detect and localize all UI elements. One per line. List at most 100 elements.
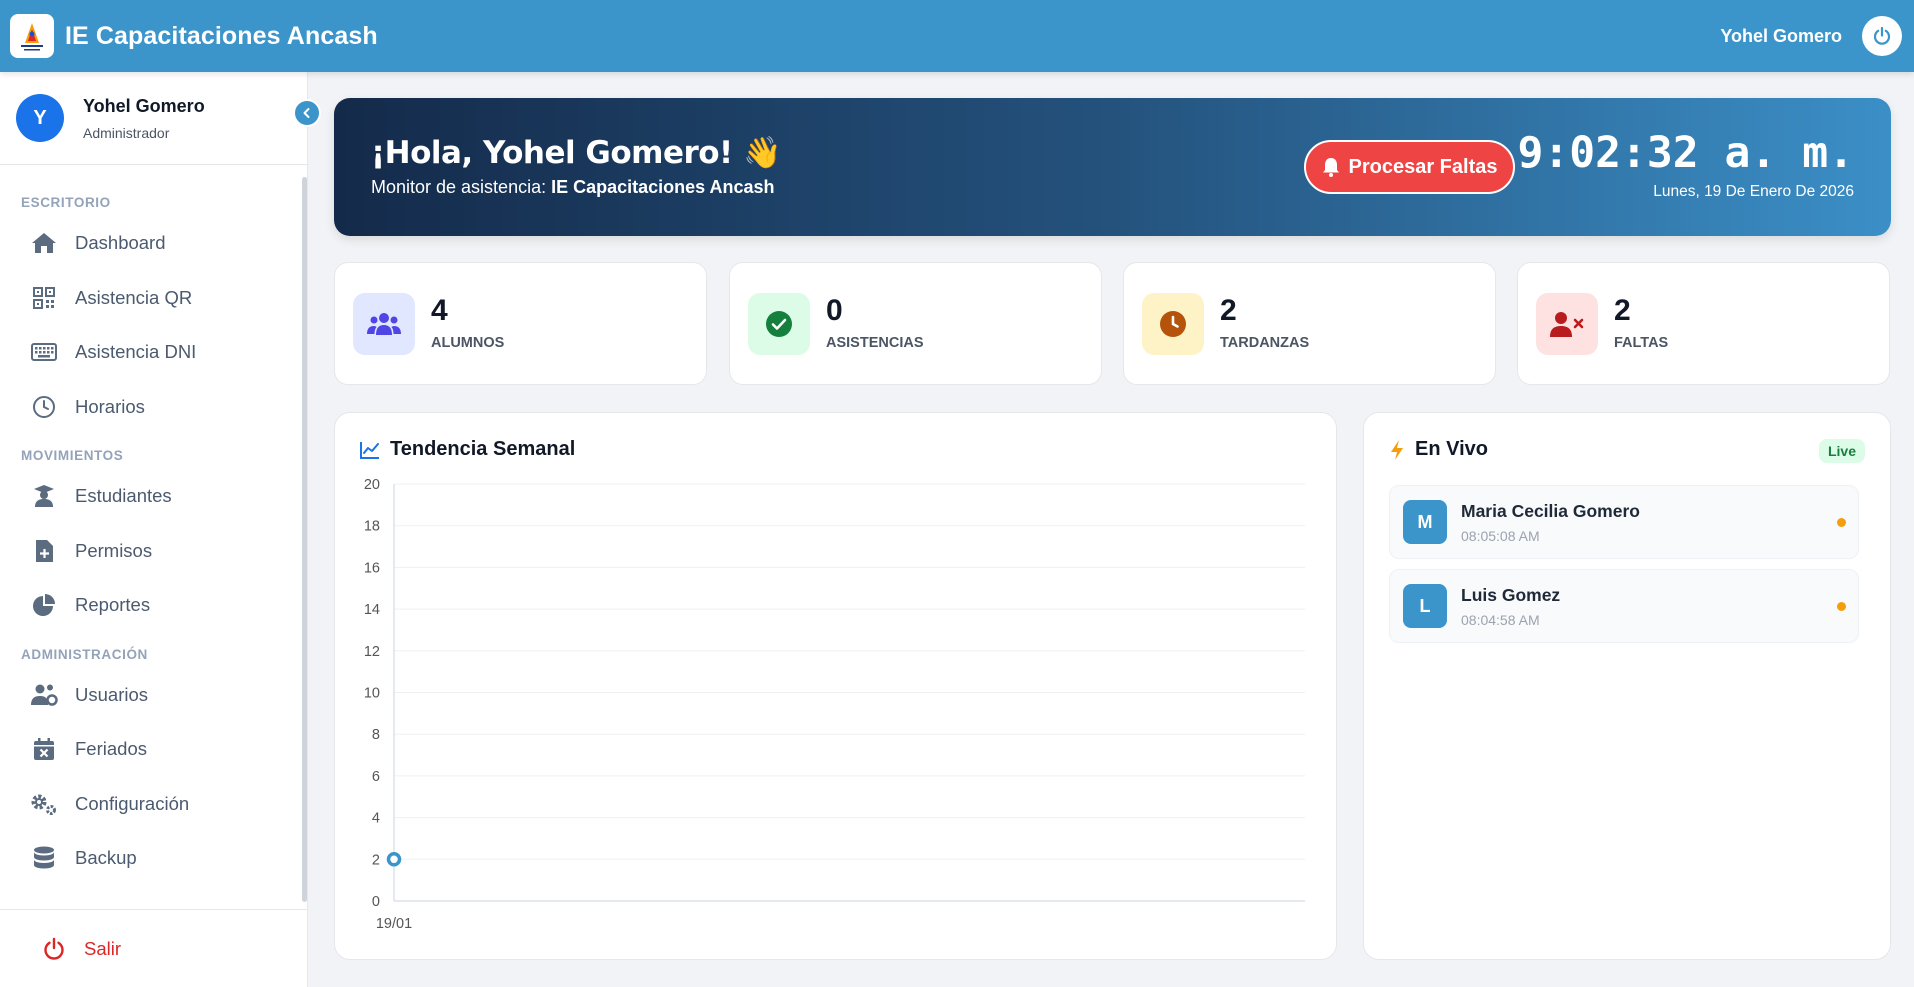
file-plus-icon: [30, 537, 58, 565]
stat-card-tardanzas: 2 TARDANZAS: [1123, 262, 1496, 385]
stat-value: 2: [1220, 294, 1237, 327]
sidebar-item-permisos[interactable]: Permisos: [0, 524, 307, 579]
keyboard-icon: [30, 338, 58, 366]
app-title: IE Capacitaciones Ancash: [65, 21, 378, 50]
profile-role: Administrador: [83, 124, 170, 141]
sidebar-item-asistencia-dni[interactable]: Asistencia DNI: [0, 325, 307, 380]
live-list-item[interactable]: L Luis Gomez 08:04:58 AM: [1389, 569, 1859, 643]
graduate-icon: [30, 482, 58, 510]
power-icon: [44, 937, 64, 960]
y-tick-label: 4: [372, 811, 380, 827]
power-icon: [1873, 26, 1891, 45]
sidebar-item-dashboard[interactable]: Dashboard: [0, 216, 307, 271]
stat-label: TARDANZAS: [1220, 335, 1310, 351]
pie-chart-icon: [30, 591, 58, 619]
live-feed-card: En Vivo Live M Maria Cecilia Gomero 08:0…: [1363, 412, 1891, 960]
subtitle-prefix: Monitor de asistencia:: [371, 177, 552, 197]
logout-button[interactable]: Salir: [0, 909, 307, 987]
subtitle-school: IE Capacitaciones Ancash: [551, 177, 775, 197]
live-item-time: 08:05:08 AM: [1461, 527, 1540, 544]
user-times-icon: [1536, 293, 1598, 355]
live-clock: 9:02:32 a. m.: [1517, 128, 1854, 178]
sidebar-item-usuarios[interactable]: Usuarios: [0, 668, 307, 723]
live-list: M Maria Cecilia Gomero 08:05:08 AM L Lui…: [1389, 485, 1859, 653]
stat-value: 2: [1614, 294, 1631, 327]
sidebar-item-configuracion[interactable]: Configuración: [0, 777, 307, 832]
live-badge: Live: [1818, 439, 1865, 463]
bell-icon: [1322, 158, 1339, 177]
bolt-icon: [1391, 439, 1403, 460]
top-user-name: Yohel Gomero: [1720, 25, 1842, 46]
y-tick-label: 10: [364, 686, 380, 702]
y-tick-label: 2: [372, 852, 380, 868]
y-tick-label: 16: [364, 560, 380, 576]
database-icon: [30, 844, 58, 872]
clock-icon: [1142, 293, 1204, 355]
sidebar-nav: ESCRITORIO Dashboard Asistencia QR Asist…: [0, 165, 307, 886]
clock-icon: [30, 393, 58, 421]
avatar: Y: [16, 94, 64, 142]
status-dot: [1837, 602, 1846, 611]
users-icon: [353, 293, 415, 355]
sidebar: Y Yohel Gomero Administrador ESCRITORIO …: [0, 72, 321, 987]
chart-card-title: Tendencia Semanal: [360, 438, 575, 461]
sidebar-item-reportes[interactable]: Reportes: [0, 578, 307, 633]
stat-label: ALUMNOS: [431, 335, 505, 351]
sidebar-item-label: Configuración: [75, 792, 190, 814]
monitor-subtitle: Monitor de asistencia: IE Capacitaciones…: [371, 177, 775, 198]
data-point: [386, 852, 402, 867]
sidebar-item-backup[interactable]: Backup: [0, 831, 307, 886]
stat-card-asistencias: 0 ASISTENCIAS: [729, 262, 1102, 385]
stat-card-faltas: 2 FALTAS: [1517, 262, 1890, 385]
school-logo[interactable]: [10, 14, 54, 58]
sidebar-item-label: Dashboard: [75, 232, 166, 254]
y-tick-label: 18: [364, 519, 380, 535]
chart-title-text: Tendencia Semanal: [390, 438, 576, 460]
live-item-name: Maria Cecilia Gomero: [1461, 500, 1640, 521]
sidebar-item-estudiantes[interactable]: Estudiantes: [0, 469, 307, 524]
logout-label: Salir: [84, 937, 122, 959]
stat-label: ASISTENCIAS: [826, 335, 924, 351]
top-bar: IE Capacitaciones Ancash Yohel Gomero: [0, 0, 1914, 72]
stat-value: 0: [826, 294, 843, 327]
calendar-x-icon: [30, 735, 58, 763]
stat-label: FALTAS: [1614, 335, 1669, 351]
y-tick-label: 8: [372, 727, 380, 743]
section-title-escritorio: ESCRITORIO: [21, 195, 111, 210]
x-tick-label: 19/01: [376, 916, 412, 932]
current-date: Lunes, 19 De Enero De 2026: [1653, 183, 1854, 200]
y-tick-label: 20: [364, 477, 380, 493]
sidebar-item-label: Estudiantes: [75, 485, 172, 507]
live-avatar: L: [1403, 584, 1447, 628]
gears-icon: [30, 790, 58, 818]
y-tick-label: 6: [372, 769, 380, 785]
status-dot: [1837, 518, 1846, 527]
live-list-item[interactable]: M Maria Cecilia Gomero 08:05:08 AM: [1389, 485, 1859, 559]
live-card-title: En Vivo: [1389, 438, 1488, 461]
process-absences-button[interactable]: Procesar Faltas: [1304, 140, 1515, 194]
stat-card-alumnos: 4 ALUMNOS: [334, 262, 707, 385]
sidebar-scrollbar[interactable]: [302, 177, 307, 902]
y-tick-label: 0: [372, 894, 380, 910]
sidebar-profile: Y Yohel Gomero Administrador: [0, 72, 307, 165]
power-button[interactable]: [1862, 16, 1902, 56]
weekly-trend-chart: 0 2 4 6 8 10 12 14 16 18 20 19/01: [364, 477, 1305, 932]
greeting-text: ¡Hola, Yohel Gomero! 👋: [371, 135, 782, 171]
home-icon: [30, 229, 58, 257]
weekly-trend-card: 0 2 4 6 8 10 12 14 16 18 20 19/01 Tendencia Semanal: [334, 412, 1337, 960]
section-title-movimientos: MOVIMIENTOS: [21, 448, 124, 463]
sidebar-item-feriados[interactable]: Feriados: [0, 722, 307, 777]
sidebar-item-horarios[interactable]: Horarios: [0, 380, 307, 435]
chevron-left-icon: [303, 108, 310, 118]
sidebar-item-label: Horarios: [75, 395, 145, 417]
live-avatar: M: [1403, 500, 1447, 544]
process-button-label: Procesar Faltas: [1348, 155, 1498, 178]
sidebar-item-asistencia-qr[interactable]: Asistencia QR: [0, 271, 307, 326]
line-chart-icon: [360, 441, 379, 459]
sidebar-item-label: Feriados: [75, 738, 147, 760]
live-item-name: Luis Gomez: [1461, 584, 1561, 605]
sidebar-item-label: Reportes: [75, 594, 151, 616]
collapse-sidebar-button[interactable]: [293, 99, 321, 127]
sidebar-item-label: Asistencia QR: [75, 286, 193, 308]
users-cog-icon: [30, 681, 58, 709]
